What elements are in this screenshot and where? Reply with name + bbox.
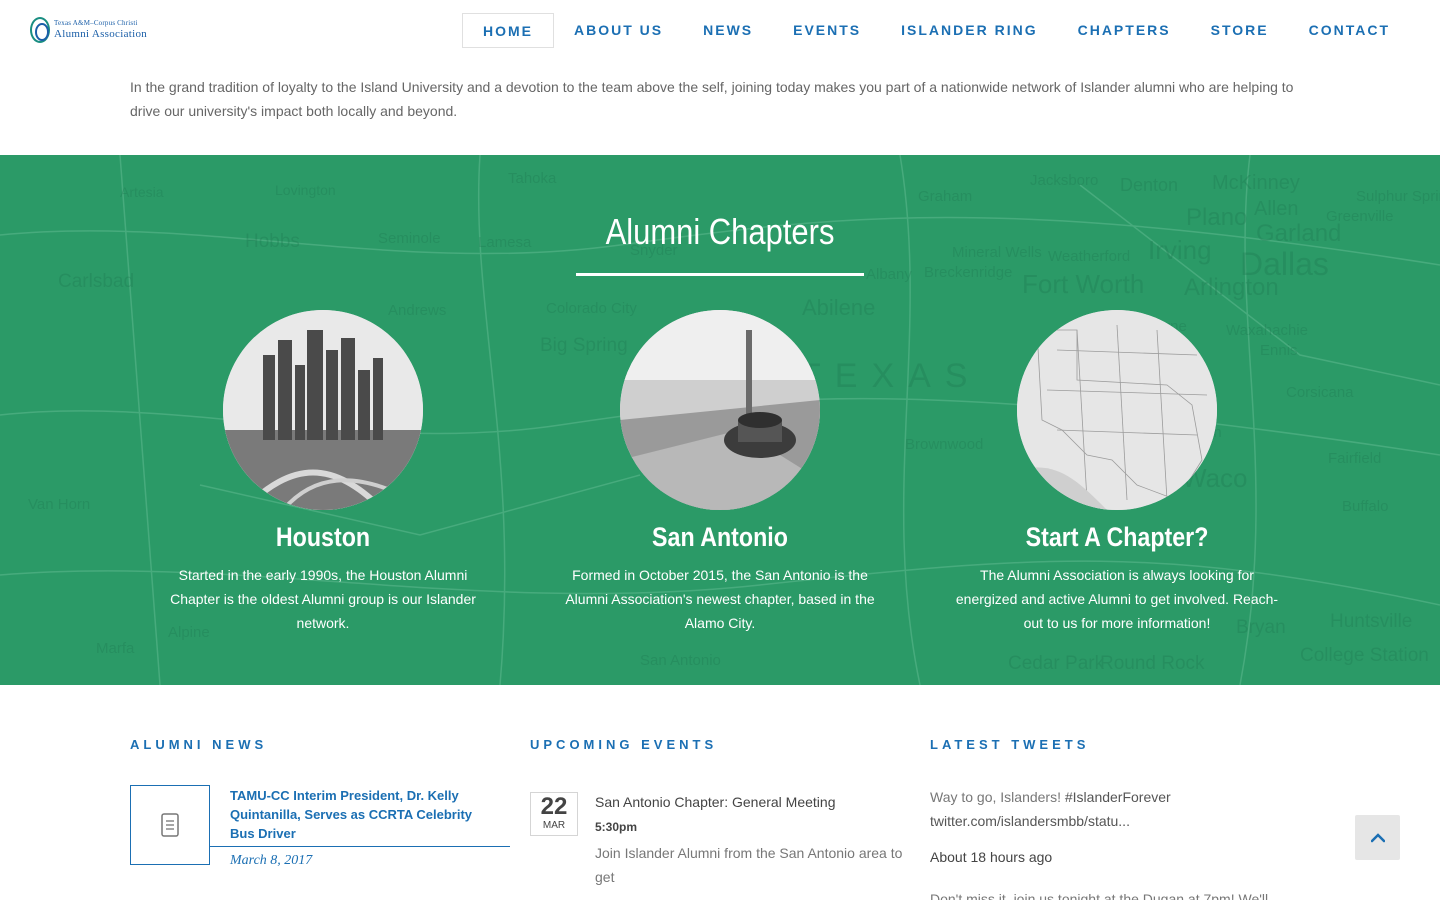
map-label: Round Rock xyxy=(1100,653,1205,674)
chapter-card-start: Start A Chapter? The Alumni Association … xyxy=(947,310,1287,635)
scroll-to-top-button[interactable] xyxy=(1355,815,1400,860)
event-month: MAR xyxy=(542,820,566,831)
chapter-description: Formed in October 2015, the San Antonio … xyxy=(565,567,875,631)
chapter-card-san-antonio: San Antonio Formed in October 2015, the … xyxy=(550,310,890,635)
map-label: Lovington xyxy=(275,182,336,198)
upcoming-events-heading: UPCOMING EVENTS xyxy=(530,737,718,752)
nav-contact[interactable]: CONTACT xyxy=(1289,13,1410,48)
event-description: Join Islander Alumni from the San Antoni… xyxy=(595,845,903,885)
chapter-description: The Alumni Association is always looking… xyxy=(955,567,1279,631)
nav-home[interactable]: HOME xyxy=(462,13,554,48)
document-icon xyxy=(161,813,179,837)
map-label: Buffalo xyxy=(1342,498,1388,515)
map-label: San Antonio xyxy=(640,652,721,669)
map-label: McKinney xyxy=(1212,172,1300,194)
map-label: Sulphur Springs xyxy=(1356,188,1440,205)
tweet-time[interactable]: About 18 hours ago xyxy=(930,849,1052,865)
tweet-body: Way to go, Islanders! xyxy=(930,789,1065,805)
map-label: Tahoka xyxy=(508,170,557,187)
event-title[interactable]: San Antonio Chapter: General Meeting xyxy=(595,794,836,810)
event-time: 5:30pm xyxy=(595,820,638,834)
map-label: Fairfield xyxy=(1328,450,1381,467)
nav-events[interactable]: EVENTS xyxy=(773,13,881,48)
nav-store[interactable]: STORE xyxy=(1191,13,1289,48)
chapter-name[interactable]: Start A Chapter? xyxy=(971,522,1263,553)
map-label: Van Horn xyxy=(28,496,90,513)
map-label: Fort Worth xyxy=(1022,269,1144,299)
alumni-news-heading: ALUMNI NEWS xyxy=(130,737,268,752)
event-day: 22 xyxy=(540,793,568,820)
map-label: Carlsbad xyxy=(58,271,134,292)
chevron-up-icon xyxy=(1370,832,1385,842)
chapter-card-houston: Houston Started in the early 1990s, the … xyxy=(153,310,493,635)
site-logo[interactable]: Texas A&M–Corpus Christi Alumni Associat… xyxy=(30,16,152,44)
san-antonio-tower-image[interactable] xyxy=(620,310,820,510)
event-date-badge: 22 MAR xyxy=(530,792,578,836)
intro-paragraph: In the grand tradition of loyalty to the… xyxy=(130,79,1294,119)
logo-line-2: Alumni Association xyxy=(54,28,148,40)
news-item-title[interactable]: TAMU-CC Interim President, Dr. Kelly Qui… xyxy=(230,786,500,843)
map-label: Arlington xyxy=(1184,274,1279,301)
map-label: Albany xyxy=(866,266,912,283)
news-thumbnail[interactable] xyxy=(130,785,210,865)
map-label: Huntsville xyxy=(1330,611,1412,632)
chapters-title: Alumni Chapters xyxy=(605,211,835,252)
map-label: Artesia xyxy=(120,184,164,200)
tweet-hashtag[interactable]: #IslanderForever xyxy=(1065,789,1171,805)
tweet-text: Way to go, Islanders! #IslanderForever tw… xyxy=(930,785,1290,833)
alumni-chapters-section: Artesia Lovington Hobbs Seminole Lamesa … xyxy=(0,155,1440,685)
nav-about-us[interactable]: ABOUT US xyxy=(554,13,683,48)
map-label: Marfa xyxy=(96,640,135,657)
texas-map-image[interactable] xyxy=(1017,310,1217,510)
logo-line-1: Texas A&M–Corpus Christi xyxy=(54,19,138,27)
news-divider xyxy=(210,846,510,847)
nav-news[interactable]: NEWS xyxy=(683,13,773,48)
map-label: Breckenridge xyxy=(924,264,1012,281)
nav-islander-ring[interactable]: ISLANDER RING xyxy=(881,13,1057,48)
tweet-link[interactable]: twitter.com/islandersmbb/statu... xyxy=(930,813,1130,829)
chapters-title-underline xyxy=(576,273,864,276)
map-label: Graham xyxy=(918,188,972,205)
houston-skyline-image[interactable] xyxy=(223,310,423,510)
chapter-name[interactable]: San Antonio xyxy=(574,522,866,553)
map-label: Denton xyxy=(1120,175,1178,195)
map-label: College Station xyxy=(1300,645,1429,666)
news-item-date: March 8, 2017 xyxy=(230,853,313,868)
map-label: Jacksboro xyxy=(1030,172,1098,189)
latest-tweets-heading: LATEST TWEETS xyxy=(930,737,1090,752)
site-header: Texas A&M–Corpus Christi Alumni Associat… xyxy=(0,0,1440,60)
map-label: Cedar Park xyxy=(1008,653,1105,674)
university-seal-icon xyxy=(30,17,50,43)
main-nav: HOME ABOUT US NEWS EVENTS ISLANDER RING … xyxy=(462,13,1410,48)
chapter-name[interactable]: Houston xyxy=(177,522,469,553)
tweet-text: Don't miss it, join us tonight at the Du… xyxy=(930,891,1269,900)
map-label: Corsicana xyxy=(1286,384,1354,401)
nav-chapters[interactable]: CHAPTERS xyxy=(1058,13,1191,48)
chapter-description: Started in the early 1990s, the Houston … xyxy=(170,567,476,631)
